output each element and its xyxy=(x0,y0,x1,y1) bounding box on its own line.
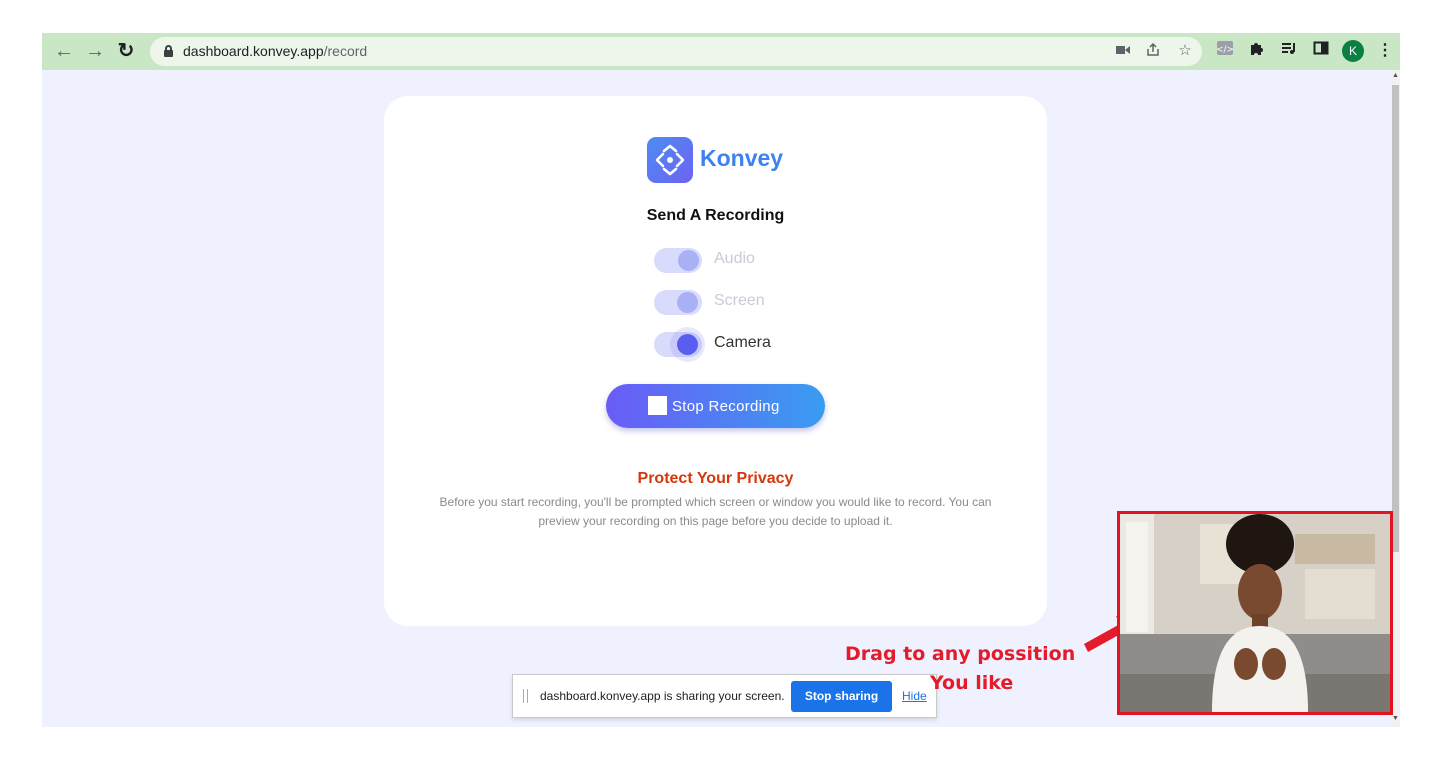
share-message: dashboard.konvey.app is sharing your scr… xyxy=(540,689,785,703)
menu-kebab-icon[interactable]: ⋮ xyxy=(1374,40,1396,62)
side-panel-icon[interactable] xyxy=(1310,40,1332,62)
browser-toolbar: ← → ↻ dashboard.konvey.app/record ☆ </> xyxy=(42,33,1400,70)
scroll-down-arrow-icon[interactable]: ▼ xyxy=(1392,715,1399,723)
url-host: dashboard.konvey.app xyxy=(183,43,324,59)
annotation-line-1: Drag to any possition xyxy=(845,643,1076,665)
scroll-thumb[interactable] xyxy=(1392,85,1399,552)
toggle-camera[interactable]: Camera xyxy=(654,328,814,358)
drag-handle-icon[interactable] xyxy=(523,689,528,703)
camera-in-use-icon[interactable] xyxy=(1114,42,1132,60)
toggle-knob[interactable] xyxy=(677,292,698,313)
toggle-screen[interactable]: Screen xyxy=(654,286,814,316)
puzzle-extensions-icon[interactable] xyxy=(1246,40,1268,62)
back-arrow-icon[interactable]: ← xyxy=(52,39,76,63)
forward-arrow-icon[interactable]: → xyxy=(83,39,107,63)
annotation-line-2: You like xyxy=(930,672,1014,694)
brand-name: Konvey xyxy=(700,145,784,171)
screen-share-bar: dashboard.konvey.app is sharing your scr… xyxy=(512,674,937,718)
stop-sharing-button[interactable]: Stop sharing xyxy=(791,681,892,712)
scroll-up-arrow-icon[interactable]: ▲ xyxy=(1392,72,1399,80)
address-bar[interactable]: dashboard.konvey.app/record ☆ xyxy=(150,37,1202,66)
recording-card: Konvey Send A Recording Audio Screen Cam… xyxy=(384,96,1047,626)
stop-recording-label: Stop Recording xyxy=(672,398,780,415)
stop-recording-button[interactable]: Stop Recording xyxy=(606,384,825,428)
url-text[interactable]: dashboard.konvey.app/record xyxy=(183,43,367,59)
lock-icon[interactable] xyxy=(164,45,173,57)
url-path: /record xyxy=(323,43,368,59)
camera-feed-image xyxy=(1120,514,1390,712)
toggle-knob[interactable] xyxy=(678,250,699,271)
bookmark-star-icon[interactable]: ☆ xyxy=(1176,42,1194,60)
share-icon[interactable] xyxy=(1144,42,1162,60)
toggle-label-screen: Screen xyxy=(714,292,765,309)
camera-preview-video[interactable] xyxy=(1117,511,1393,715)
toggle-label-camera: Camera xyxy=(714,334,771,351)
privacy-description: Before you start recording, you'll be pr… xyxy=(439,495,992,528)
toggle-label-audio: Audio xyxy=(714,250,755,267)
extension-code-icon[interactable]: </> xyxy=(1214,40,1236,62)
stop-square-icon xyxy=(648,396,667,415)
svg-text:</>: </> xyxy=(1217,45,1233,55)
privacy-title: Protect Your Privacy xyxy=(637,470,794,487)
konvey-logo-icon xyxy=(647,137,693,183)
reload-icon[interactable]: ↻ xyxy=(114,39,138,63)
profile-avatar[interactable]: K xyxy=(1342,40,1364,62)
page-title: Send A Recording xyxy=(646,207,785,224)
toggle-audio[interactable]: Audio xyxy=(654,244,814,274)
toggle-knob[interactable] xyxy=(677,334,698,355)
hide-link[interactable]: Hide xyxy=(902,689,927,703)
media-control-icon[interactable] xyxy=(1278,40,1300,62)
